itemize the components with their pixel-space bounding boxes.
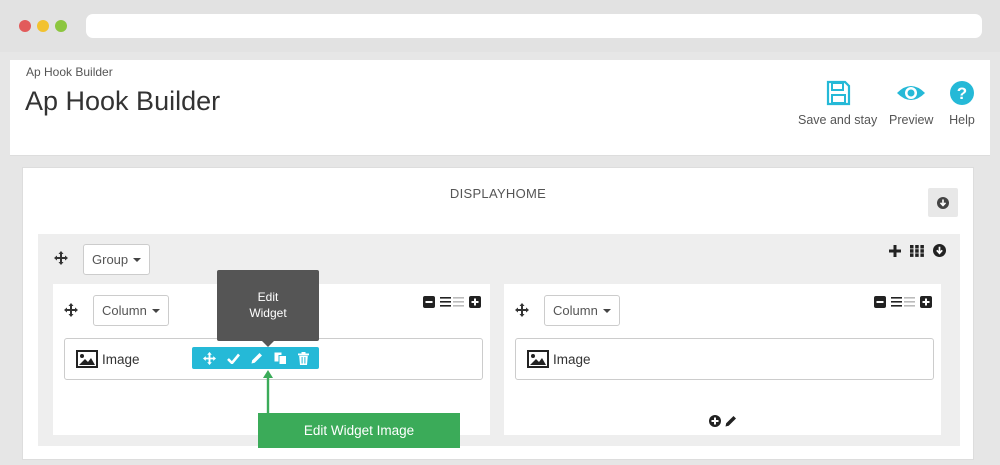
address-bar[interactable] <box>86 14 982 38</box>
page-title: Ap Hook Builder <box>25 86 221 116</box>
grid-layout-icon[interactable] <box>910 244 924 257</box>
column-width-icon[interactable] <box>891 297 915 307</box>
preview-button[interactable]: Preview <box>889 80 933 127</box>
widget-label: Image <box>102 352 140 367</box>
help-icon: ? <box>950 81 974 105</box>
edit-column-icon[interactable] <box>725 415 737 427</box>
minimize-window-dot[interactable] <box>37 20 49 32</box>
tooltip-line-1: Edit <box>257 290 279 304</box>
column-tools <box>874 296 932 308</box>
save-and-stay-button[interactable]: Save and stay <box>798 80 877 127</box>
column-tools <box>423 296 481 308</box>
widget-label: Image <box>553 352 591 367</box>
column-add-tools <box>709 415 737 427</box>
maximize-window-dot[interactable] <box>55 20 67 32</box>
column-select-label: Column <box>102 303 147 318</box>
image-icon <box>527 350 549 368</box>
move-widget-icon[interactable] <box>202 351 216 365</box>
widget-image[interactable]: Image <box>515 338 934 380</box>
widget-action-toolbar <box>192 347 319 369</box>
minus-square-icon[interactable] <box>874 296 886 308</box>
move-column-icon[interactable] <box>64 303 78 317</box>
pencil-icon[interactable] <box>251 352 263 364</box>
arrow-down-circle-icon <box>937 196 949 209</box>
check-icon[interactable] <box>226 353 240 364</box>
hook-collapse-button[interactable] <box>928 188 958 217</box>
save-icon <box>826 80 850 106</box>
hook-name: DISPLAYHOME <box>449 186 547 201</box>
callout-arrow <box>263 370 273 414</box>
chevron-down-icon <box>602 308 611 313</box>
chevron-down-icon <box>151 308 160 313</box>
column-select[interactable]: Column <box>544 295 620 326</box>
chevron-down-icon <box>133 257 142 262</box>
group-row: Group Column Image Column Image <box>38 234 960 446</box>
move-column-icon[interactable] <box>515 303 529 317</box>
group-select[interactable]: Group <box>83 244 151 275</box>
column-width-icon[interactable] <box>440 297 464 307</box>
column-select[interactable]: Column <box>93 295 169 326</box>
arrow-down-circle-icon[interactable] <box>933 244 946 257</box>
browser-chrome <box>0 0 1000 52</box>
trash-icon[interactable] <box>297 351 309 365</box>
image-icon <box>76 350 98 368</box>
tooltip-line-2: Widget <box>249 306 287 320</box>
save-and-stay-label: Save and stay <box>798 113 878 127</box>
eye-icon <box>897 86 926 100</box>
duplicate-icon[interactable] <box>274 352 287 365</box>
column-right: Column Image <box>504 284 941 435</box>
add-widget-icon[interactable] <box>709 415 721 427</box>
add-column-icon[interactable] <box>889 244 901 257</box>
hook-panel: DISPLAYHOME Group Column Image Column Im… <box>22 167 974 460</box>
edit-widget-image-callout: Edit Widget Image <box>258 413 460 448</box>
group-select-label: Group <box>92 252 129 267</box>
breadcrumb[interactable]: Ap Hook Builder <box>26 65 113 79</box>
group-tools <box>889 244 946 257</box>
close-window-dot[interactable] <box>19 20 31 32</box>
page-header: Ap Hook Builder Ap Hook Builder Save and… <box>10 60 990 156</box>
svg-text:?: ? <box>957 84 967 103</box>
plus-square-icon[interactable] <box>469 296 481 308</box>
column-select-label: Column <box>553 303 598 318</box>
move-group-icon[interactable] <box>54 251 68 265</box>
plus-square-icon[interactable] <box>920 296 932 308</box>
help-label: Help <box>949 113 975 127</box>
preview-label: Preview <box>889 113 934 127</box>
minus-square-icon[interactable] <box>423 296 435 308</box>
edit-widget-tooltip: Edit Widget <box>217 270 319 341</box>
help-button[interactable]: ? Help <box>949 80 975 127</box>
